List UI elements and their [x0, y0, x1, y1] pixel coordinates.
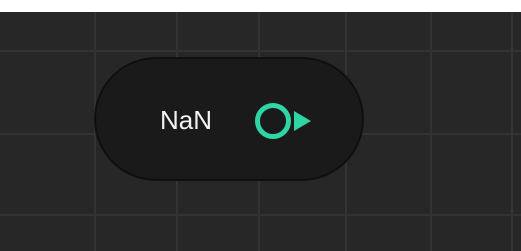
node-value-label: NaN — [160, 105, 213, 135]
grid-line — [0, 214, 521, 216]
node-editor-canvas[interactable]: NaN — [0, 0, 521, 251]
port-ring — [255, 103, 291, 139]
output-port-arrow-icon[interactable] — [248, 95, 332, 147]
grid-line — [0, 50, 521, 52]
top-edge-strip — [0, 0, 521, 12]
port-arrow — [294, 111, 311, 131]
